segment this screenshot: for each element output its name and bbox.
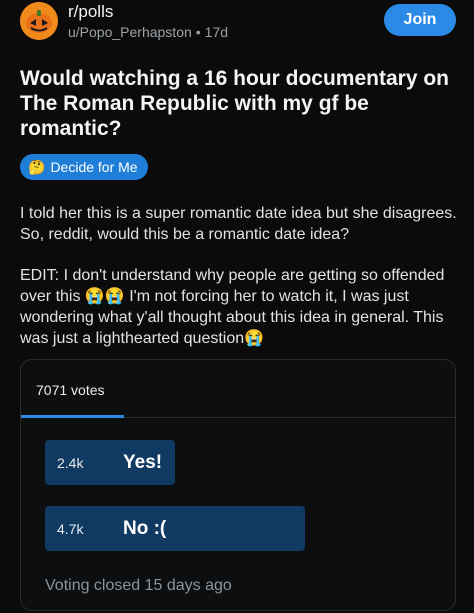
poll-option-count: 4.7k bbox=[57, 520, 84, 537]
poll-tab-indicator bbox=[21, 415, 124, 418]
poll-option-count: 2.4k bbox=[57, 454, 84, 471]
post-flair[interactable]: 🤔 Decide for Me bbox=[20, 154, 148, 180]
post-edit-paragraph: EDIT: I don't understand why people are … bbox=[20, 267, 445, 347]
poll-status: Voting closed 15 days ago bbox=[45, 577, 232, 594]
poll-option-label: No :( bbox=[123, 517, 167, 539]
post-title: Would watching a 16 hour documentary on … bbox=[20, 67, 449, 140]
post-meta: u/Popo_Perhapston • 17d bbox=[68, 24, 228, 40]
post-age: 17d bbox=[204, 24, 229, 40]
subreddit-name[interactable]: r/polls bbox=[68, 2, 113, 22]
thinking-face-icon: 🤔 bbox=[28, 158, 46, 175]
meta-separator: • bbox=[195, 24, 201, 40]
poll-option-label: Yes! bbox=[123, 451, 163, 473]
poll-vote-count: 7071 votes bbox=[36, 382, 105, 398]
author-link[interactable]: u/Popo_Perhapston bbox=[68, 24, 192, 40]
post-body-paragraph: I told her this is a super romantic date… bbox=[20, 205, 457, 243]
poll-option-yes: 2.4k Yes! bbox=[45, 440, 175, 485]
join-button[interactable]: Join bbox=[384, 4, 456, 36]
flair-label: Decide for Me bbox=[50, 159, 138, 175]
subreddit-avatar-pumpkin-icon[interactable] bbox=[20, 2, 58, 40]
post-header: r/polls u/Popo_Perhapston • 17d Join bbox=[20, 0, 456, 48]
poll-card: 7071 votes 2.4k Yes! 4.7k No :( Voting c… bbox=[20, 359, 456, 611]
poll-option-no: 4.7k No :( bbox=[45, 506, 305, 551]
